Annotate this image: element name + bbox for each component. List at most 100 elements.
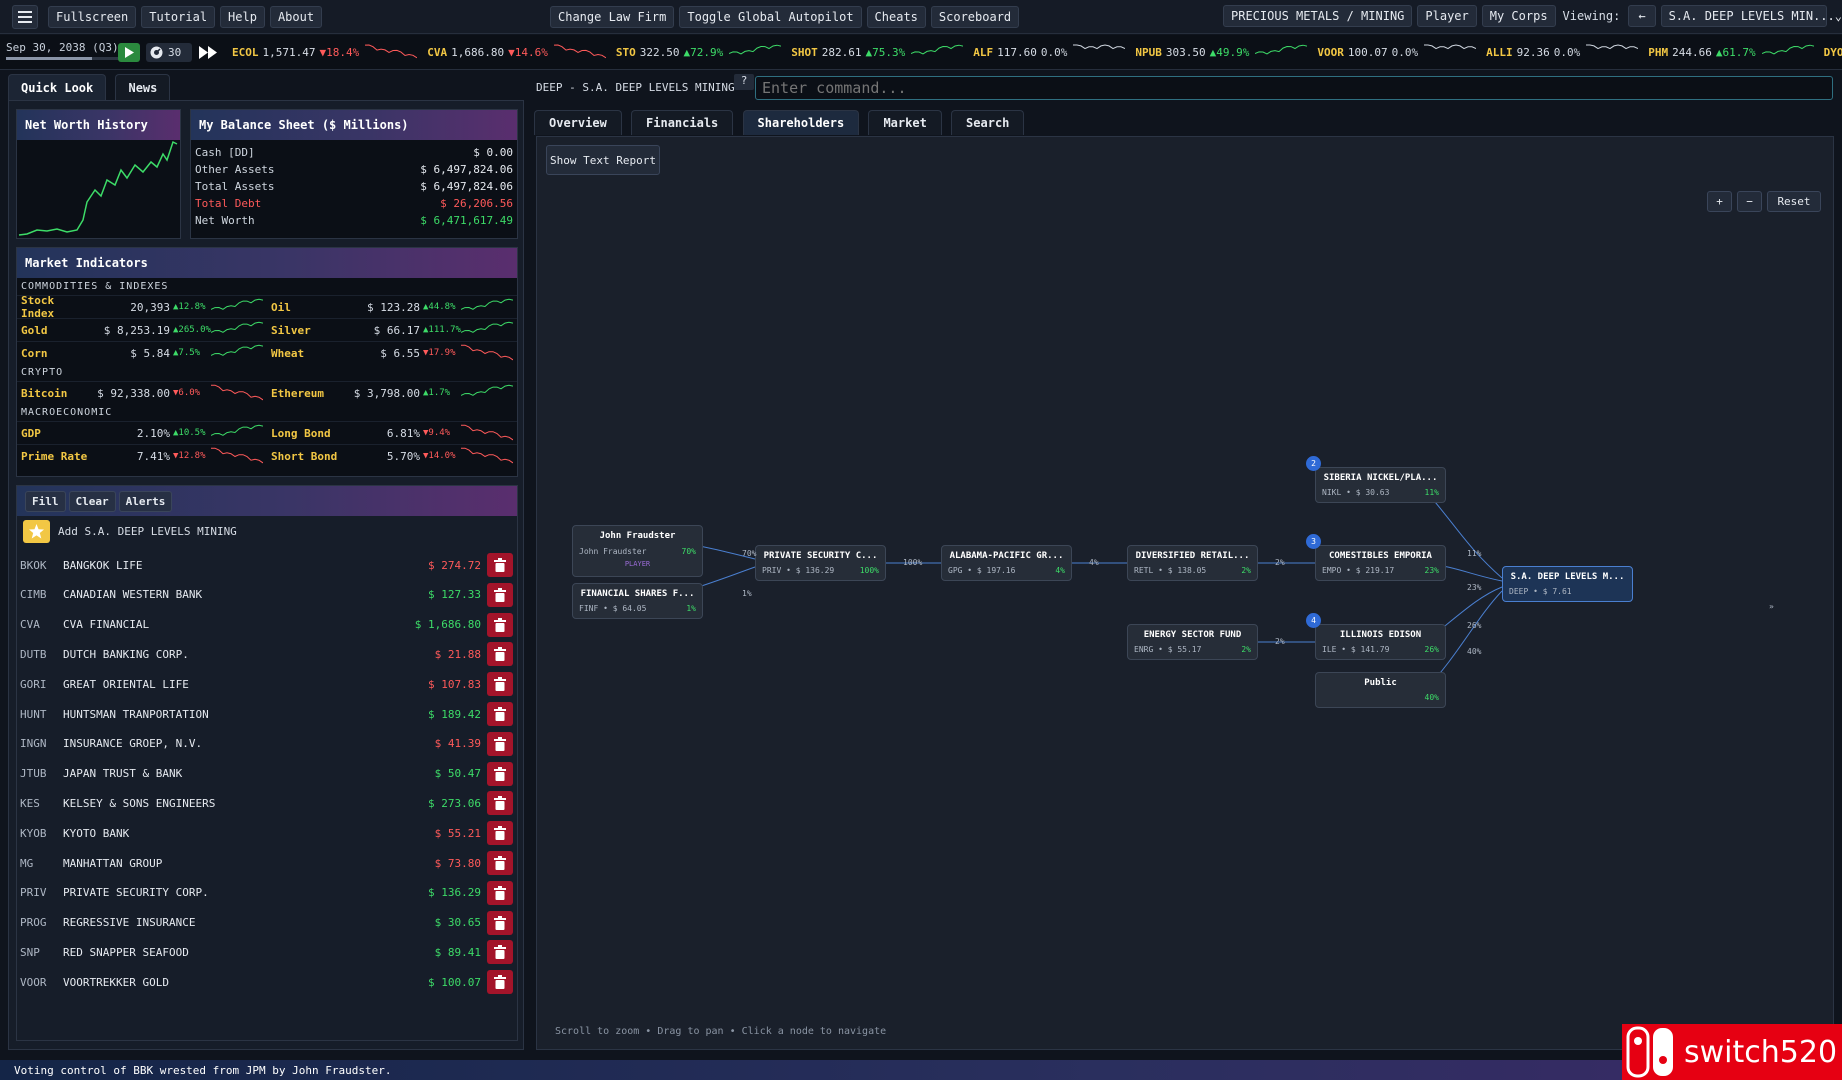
tab-overview[interactable]: Overview bbox=[534, 110, 622, 135]
change-law-firm-button[interactable]: Change Law Firm bbox=[550, 6, 675, 28]
market-indicator[interactable]: Short Bond 5.70% ▼14.0% bbox=[267, 447, 517, 465]
trash-icon[interactable] bbox=[487, 940, 513, 965]
menu-icon[interactable] bbox=[12, 4, 38, 29]
tutorial-button[interactable]: Tutorial bbox=[141, 5, 216, 28]
node-subtitle: RETL • $ 138.05 bbox=[1134, 566, 1207, 575]
market-indicator[interactable]: Gold $ 8,253.19 ▲265.0% bbox=[17, 321, 267, 339]
speed-control[interactable]: 30 bbox=[146, 43, 192, 62]
market-indicator[interactable]: Oil $ 123.28 ▲44.8% bbox=[267, 298, 517, 316]
market-indicator[interactable]: Stock Index 20,393 ▲12.8% bbox=[17, 294, 267, 320]
graph-node-jf[interactable]: John Fraudster John Fraudster 70% PLAYER bbox=[572, 525, 703, 577]
watchlist-row[interactable]: KES KELSEY & SONS ENGINEERS $ 273.06 bbox=[17, 788, 517, 818]
trash-icon[interactable] bbox=[487, 970, 513, 995]
ticker-item[interactable]: CVA 1,686.80 ▼14.6% bbox=[427, 44, 606, 60]
graph-node-pub[interactable]: Public 40% bbox=[1315, 672, 1446, 708]
about-button[interactable]: About bbox=[269, 5, 323, 28]
watchlist-row[interactable]: CIMB CANADIAN WESTERN BANK $ 127.33 bbox=[17, 580, 517, 610]
market-indicator[interactable]: Bitcoin $ 92,338.00 ▼6.0% bbox=[17, 384, 267, 402]
cheats-button[interactable]: Cheats bbox=[866, 6, 926, 28]
node-subtitle: John Fraudster bbox=[579, 547, 647, 556]
graph-node-empo[interactable]: COMESTIBLES EMPORIA EMPO • $ 219.17 23% 3 bbox=[1306, 534, 1446, 581]
back-button[interactable]: ← bbox=[1628, 5, 1656, 27]
graph-node-deep[interactable]: S.A. DEEP LEVELS M... DEEP • $ 7.61 bbox=[1502, 566, 1633, 602]
ticker-symbol: STO bbox=[615, 45, 636, 59]
watchlist-row[interactable]: DUTB DUTCH BANKING CORP. $ 21.88 bbox=[17, 639, 517, 669]
toggle-autopilot-button[interactable]: Toggle Global Autopilot bbox=[679, 6, 862, 28]
player-button[interactable]: Player bbox=[1417, 5, 1477, 27]
watchlist-row[interactable]: GORI GREAT ORIENTAL LIFE $ 107.83 bbox=[17, 669, 517, 699]
ticker-item[interactable]: ALLI 92.36 0.0% bbox=[1486, 44, 1639, 60]
alerts-button[interactable]: Alerts bbox=[118, 490, 173, 512]
fullscreen-button[interactable]: Fullscreen bbox=[48, 5, 137, 28]
watchlist-row[interactable]: INGN INSURANCE GROEP, N.V. $ 41.39 bbox=[17, 729, 517, 759]
watchlist-row[interactable]: KYOB KYOTO BANK $ 55.21 bbox=[17, 818, 517, 848]
indicator-name: Short Bond bbox=[271, 449, 338, 463]
command-input[interactable] bbox=[755, 76, 1833, 100]
watchlist-row[interactable]: HUNT HUNTSMAN TRANPORTATION $ 189.42 bbox=[17, 699, 517, 729]
trash-icon[interactable] bbox=[487, 731, 513, 756]
play-button[interactable] bbox=[118, 43, 140, 62]
tab-market[interactable]: Market bbox=[868, 110, 942, 135]
tab-news[interactable]: News bbox=[115, 74, 171, 101]
ticker-item[interactable]: VOOR 100.07 0.0% bbox=[1317, 44, 1477, 60]
trash-icon[interactable] bbox=[487, 851, 513, 875]
ticker-item[interactable]: PHM 244.66 ▲61.7% bbox=[1648, 44, 1814, 60]
shareholder-graph[interactable]: Show Text Report + − Reset John Fraudste… bbox=[536, 136, 1834, 1050]
watchlist-row[interactable]: VOOR VOORTREKKER GOLD $ 100.07 bbox=[17, 967, 517, 997]
market-indicator[interactable]: Prime Rate 7.41% ▼12.8% bbox=[17, 447, 267, 465]
tab-quick-look[interactable]: Quick Look bbox=[8, 74, 107, 101]
market-indicator[interactable]: Wheat $ 6.55 ▼17.9% bbox=[267, 344, 517, 362]
fill-button[interactable]: Fill bbox=[25, 490, 66, 512]
market-indicator[interactable]: Corn $ 5.84 ▲7.5% bbox=[17, 344, 267, 362]
market-indicator[interactable]: Silver $ 66.17 ▲111.7% bbox=[267, 321, 517, 339]
tab-financials[interactable]: Financials bbox=[631, 110, 734, 135]
add-to-watchlist[interactable]: Add S.A. DEEP LEVELS MINING bbox=[17, 516, 517, 546]
watchlist-row[interactable]: SNP RED SNAPPER SEAFOOD $ 89.41 bbox=[17, 937, 517, 967]
watchlist-row[interactable]: MG MANHATTAN GROUP $ 73.80 bbox=[17, 848, 517, 878]
industry-button[interactable]: PRECIOUS METALS / MINING bbox=[1223, 5, 1413, 27]
trash-icon[interactable] bbox=[487, 612, 513, 637]
ticker-item[interactable]: STO 322.50 ▲72.9% bbox=[615, 44, 782, 60]
ticker-item[interactable]: ALF 117.60 0.0% bbox=[973, 44, 1126, 60]
sparkline-icon bbox=[1073, 44, 1126, 50]
ticker-item[interactable]: DYOU273.34▲25.5% bbox=[1824, 44, 1842, 60]
ticker-item[interactable]: ECOL 1,571.47 ▼18.4% bbox=[232, 44, 418, 60]
graph-node-gpg[interactable]: ALABAMA-PACIFIC GR... GPG • $ 197.16 4% bbox=[941, 545, 1072, 581]
scoreboard-button[interactable]: Scoreboard bbox=[930, 6, 1020, 28]
watchlist-row[interactable]: PRIV PRIVATE SECURITY CORP. $ 136.29 bbox=[17, 878, 517, 908]
help-button[interactable]: Help bbox=[220, 5, 265, 28]
trash-icon[interactable] bbox=[487, 761, 513, 786]
watchlist-row[interactable]: JTUB JAPAN TRUST & BANK $ 50.47 bbox=[17, 759, 517, 789]
clear-button[interactable]: Clear bbox=[68, 490, 116, 512]
trash-icon[interactable] bbox=[487, 702, 513, 726]
my-corps-button[interactable]: My Corps bbox=[1481, 5, 1556, 27]
fast-forward-button[interactable] bbox=[196, 43, 220, 62]
trash-icon[interactable] bbox=[487, 582, 513, 607]
graph-node-finf[interactable]: FINANCIAL SHARES F... FINF • $ 64.05 1% bbox=[572, 583, 703, 619]
trash-icon[interactable] bbox=[487, 880, 513, 905]
graph-node-priv[interactable]: PRIVATE SECURITY C... PRIV • $ 136.29 100% bbox=[755, 545, 886, 581]
watchlist-row[interactable]: CVA CVA FINANCIAL $ 1,686.80 bbox=[17, 610, 517, 640]
ticker-item[interactable]: NPUB 303.50 ▲49.9% bbox=[1135, 44, 1308, 60]
watchlist-row[interactable]: BKOK BANGKOK LIFE $ 274.72 bbox=[17, 550, 517, 580]
trash-icon[interactable] bbox=[487, 791, 513, 816]
viewing-select[interactable]: S.A. DEEP LEVELS MIN... ⌄ bbox=[1660, 5, 1842, 27]
graph-node-enrg[interactable]: ENERGY SECTOR FUND ENRG • $ 55.17 2% bbox=[1127, 624, 1258, 660]
market-indicator[interactable]: Long Bond 6.81% ▼9.4% bbox=[267, 424, 517, 442]
tab-search[interactable]: Search bbox=[951, 110, 1025, 135]
market-indicator[interactable]: GDP 2.10% ▲10.5% bbox=[17, 424, 267, 442]
trash-icon[interactable] bbox=[487, 672, 513, 697]
graph-node-retl[interactable]: DIVERSIFIED RETAIL... RETL • $ 138.05 2% bbox=[1127, 545, 1258, 581]
trash-icon[interactable] bbox=[487, 910, 513, 935]
graph-node-nikl[interactable]: SIBERIA NICKEL/PLA... NIKL • $ 30.63 11% 2 bbox=[1306, 456, 1446, 503]
ticker-item[interactable]: SHOT 282.61 ▲75.3% bbox=[791, 44, 964, 60]
tab-shareholders[interactable]: Shareholders bbox=[742, 110, 860, 135]
watchlist-name: REGRESSIVE INSURANCE bbox=[63, 916, 196, 930]
trash-icon[interactable] bbox=[487, 642, 513, 667]
market-indicator[interactable]: Ethereum $ 3,798.00 ▲1.7% bbox=[267, 384, 517, 402]
watchlist-row[interactable]: PROG REGRESSIVE INSURANCE $ 30.65 bbox=[17, 908, 517, 938]
trash-icon[interactable] bbox=[487, 553, 513, 577]
trash-icon[interactable] bbox=[487, 821, 513, 846]
graph-node-ile[interactable]: ILLINOIS EDISON ILE • $ 141.79 26% 4 bbox=[1306, 613, 1446, 660]
command-help-button[interactable]: ? bbox=[734, 74, 754, 90]
